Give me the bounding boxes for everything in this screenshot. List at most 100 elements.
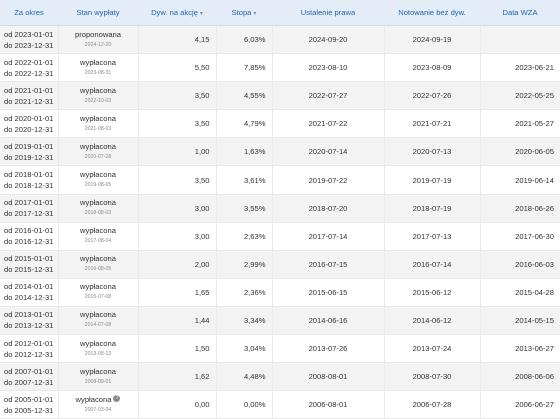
period-cell: od 2021-01-01 do 2021-12-31	[0, 81, 59, 111]
period-cell: od 2007-01-01 do 2007-12-31	[0, 362, 59, 392]
period-cell: od 2017-01-01 do 2017-12-31	[0, 194, 59, 223]
dividend-cell: 1,44	[138, 306, 217, 336]
status-cell: wypłacona? 2007-03-04	[58, 390, 139, 419]
period-cell: od 2012-01-01 do 2012-12-31	[0, 334, 59, 364]
status-label: wypłacona	[80, 170, 116, 180]
rate-cell: 4,48%	[216, 362, 273, 392]
dividend-cell: 0,00	[138, 390, 217, 419]
status-label: wypłacona	[80, 141, 116, 151]
status-date: 2024-12-20	[84, 41, 112, 48]
agm-date-cell: 2015-04-28	[480, 278, 560, 307]
record-date-cell: 2019-07-22	[272, 165, 385, 195]
record-date-cell: 2022-07-27	[272, 81, 385, 111]
period-to: do 2014-12-31	[4, 293, 54, 303]
status-date: 2023-08-31	[84, 69, 112, 76]
record-date-cell: 2024-09-20	[272, 25, 385, 55]
period-to: do 2019-12-31	[4, 152, 54, 162]
agm-date-cell: 2021-05-27	[480, 109, 560, 139]
rate-cell: 3,04%	[216, 334, 273, 364]
dividend-cell: 3,50	[138, 109, 217, 139]
rate-cell: 0,00%	[216, 390, 273, 419]
sort-icon[interactable]: ▾	[253, 11, 256, 17]
period-from: od 2016-01-01	[4, 226, 54, 236]
status-cell: wypłacona 2022-10-03	[58, 81, 139, 111]
period-from: od 2015-01-01	[4, 254, 54, 264]
agm-date-cell: 2006-06-27	[480, 390, 560, 419]
period-to: do 2015-12-31	[4, 265, 54, 275]
ex-date-cell: 2022-07-26	[384, 81, 481, 111]
ex-date-cell: 2008-07-30	[384, 362, 481, 392]
dividend-cell: 3,00	[138, 194, 217, 223]
period-to: do 2021-12-31	[4, 96, 54, 106]
dividend-cell: 1,65	[138, 278, 217, 307]
rate-cell: 2,63%	[216, 222, 273, 251]
rate-cell: 4,79%	[216, 109, 273, 139]
agm-date-cell: 2020-06-05	[480, 137, 560, 167]
status-date: 2018-08-03	[84, 210, 112, 217]
record-date-cell: 2016-07-15	[272, 250, 385, 279]
agm-date-cell	[480, 25, 560, 55]
ex-date-cell: 2015-06-12	[384, 278, 481, 307]
table-row: od 2021-01-01 do 2021-12-31 wypłacona 2022-…	[0, 81, 560, 111]
status-cell: wypłacona 2021-08-03	[58, 109, 139, 139]
agm-date-cell: 2022-05-25	[480, 81, 560, 111]
status-cell: wypłacona 2018-08-03	[58, 194, 139, 223]
status-cell: wypłacona 2008-09-01	[58, 362, 139, 392]
period-from: od 2018-01-01	[4, 170, 54, 180]
period-to: do 2012-12-31	[4, 349, 54, 359]
dividend-cell: 2,00	[138, 250, 217, 279]
column-header-rate[interactable]: Stopa ▾	[216, 0, 272, 26]
column-header-agm-date[interactable]: Data WZA	[480, 0, 560, 26]
record-date-cell: 2021-07-22	[272, 109, 385, 139]
status-date: 2021-08-03	[84, 125, 112, 132]
period-to: do 2020-12-31	[4, 124, 54, 134]
period-to: do 2013-12-31	[4, 321, 54, 331]
period-cell: od 2022-01-01 do 2022-12-31	[0, 53, 59, 83]
column-header-dividend[interactable]: Dyw. na akcję ▾	[138, 0, 216, 26]
period-to: do 2022-12-31	[4, 68, 54, 78]
rate-cell: 6,03%	[216, 25, 273, 55]
period-cell: od 2015-01-01 do 2015-12-31	[0, 250, 59, 279]
record-date-cell: 2023-08-10	[272, 53, 385, 83]
table-row: od 2014-01-01 do 2014-12-31 wypłacona 2015-…	[0, 278, 560, 307]
ex-date-cell: 2018-07-19	[384, 194, 481, 223]
table-row: od 2007-01-01 do 2007-12-31 wypłacona 2008-…	[0, 362, 560, 392]
dividend-table: Za okres Stan wypłaty Dyw. na akcję ▾ Sto…	[0, 0, 560, 419]
status-cell: wypłacona 2023-08-31	[58, 53, 139, 83]
ex-date-cell: 2023-08-09	[384, 53, 481, 83]
status-label: wypłacona	[80, 282, 116, 292]
help-icon[interactable]: ?	[113, 394, 121, 402]
status-date: 2016-08-05	[84, 266, 112, 273]
record-date-cell: 2017-07-14	[272, 222, 385, 251]
status-cell: wypłacona 2016-08-05	[58, 250, 139, 279]
status-cell: proponowana 2024-12-20	[58, 25, 139, 55]
period-from: od 2005-01-01	[4, 394, 54, 404]
ex-date-cell: 2024-09-19	[384, 25, 481, 55]
record-date-cell: 2014-06-16	[272, 306, 385, 336]
column-header-status[interactable]: Stan wypłaty	[58, 0, 138, 26]
dividend-cell: 3,50	[138, 81, 217, 111]
period-cell: od 2020-01-01 do 2020-12-31	[0, 109, 59, 139]
dividend-cell: 5,50	[138, 53, 217, 83]
ex-date-cell: 2017-07-13	[384, 222, 481, 251]
column-header-record-date[interactable]: Ustalenie prawa	[272, 0, 384, 26]
record-date-cell: 2015-06-15	[272, 278, 385, 307]
period-cell: od 2013-01-01 do 2013-12-31	[0, 306, 59, 336]
ex-date-cell: 2016-07-14	[384, 250, 481, 279]
period-from: od 2023-01-01	[4, 29, 54, 39]
sort-icon[interactable]: ▾	[200, 11, 203, 17]
rate-cell: 2,36%	[216, 278, 273, 307]
dividend-cell: 1,00	[138, 137, 217, 167]
column-header-ex-date[interactable]: Notowanie bez dyw.	[384, 0, 480, 26]
period-from: od 2022-01-01	[4, 57, 54, 67]
status-date: 2020-07-28	[84, 153, 112, 160]
period-from: od 2019-01-01	[4, 141, 54, 151]
record-date-cell: 2008-08-01	[272, 362, 385, 392]
record-date-cell: 2020-07-14	[272, 137, 385, 167]
column-header-period[interactable]: Za okres	[0, 0, 58, 26]
dividend-cell: 4,15	[138, 25, 217, 55]
status-date: 2007-03-04	[84, 406, 112, 413]
agm-date-cell: 2018-06-26	[480, 194, 560, 223]
table-row: od 2022-01-01 do 2022-12-31 wypłacona 2023-…	[0, 53, 560, 83]
status-label: wypłacona	[80, 338, 116, 348]
